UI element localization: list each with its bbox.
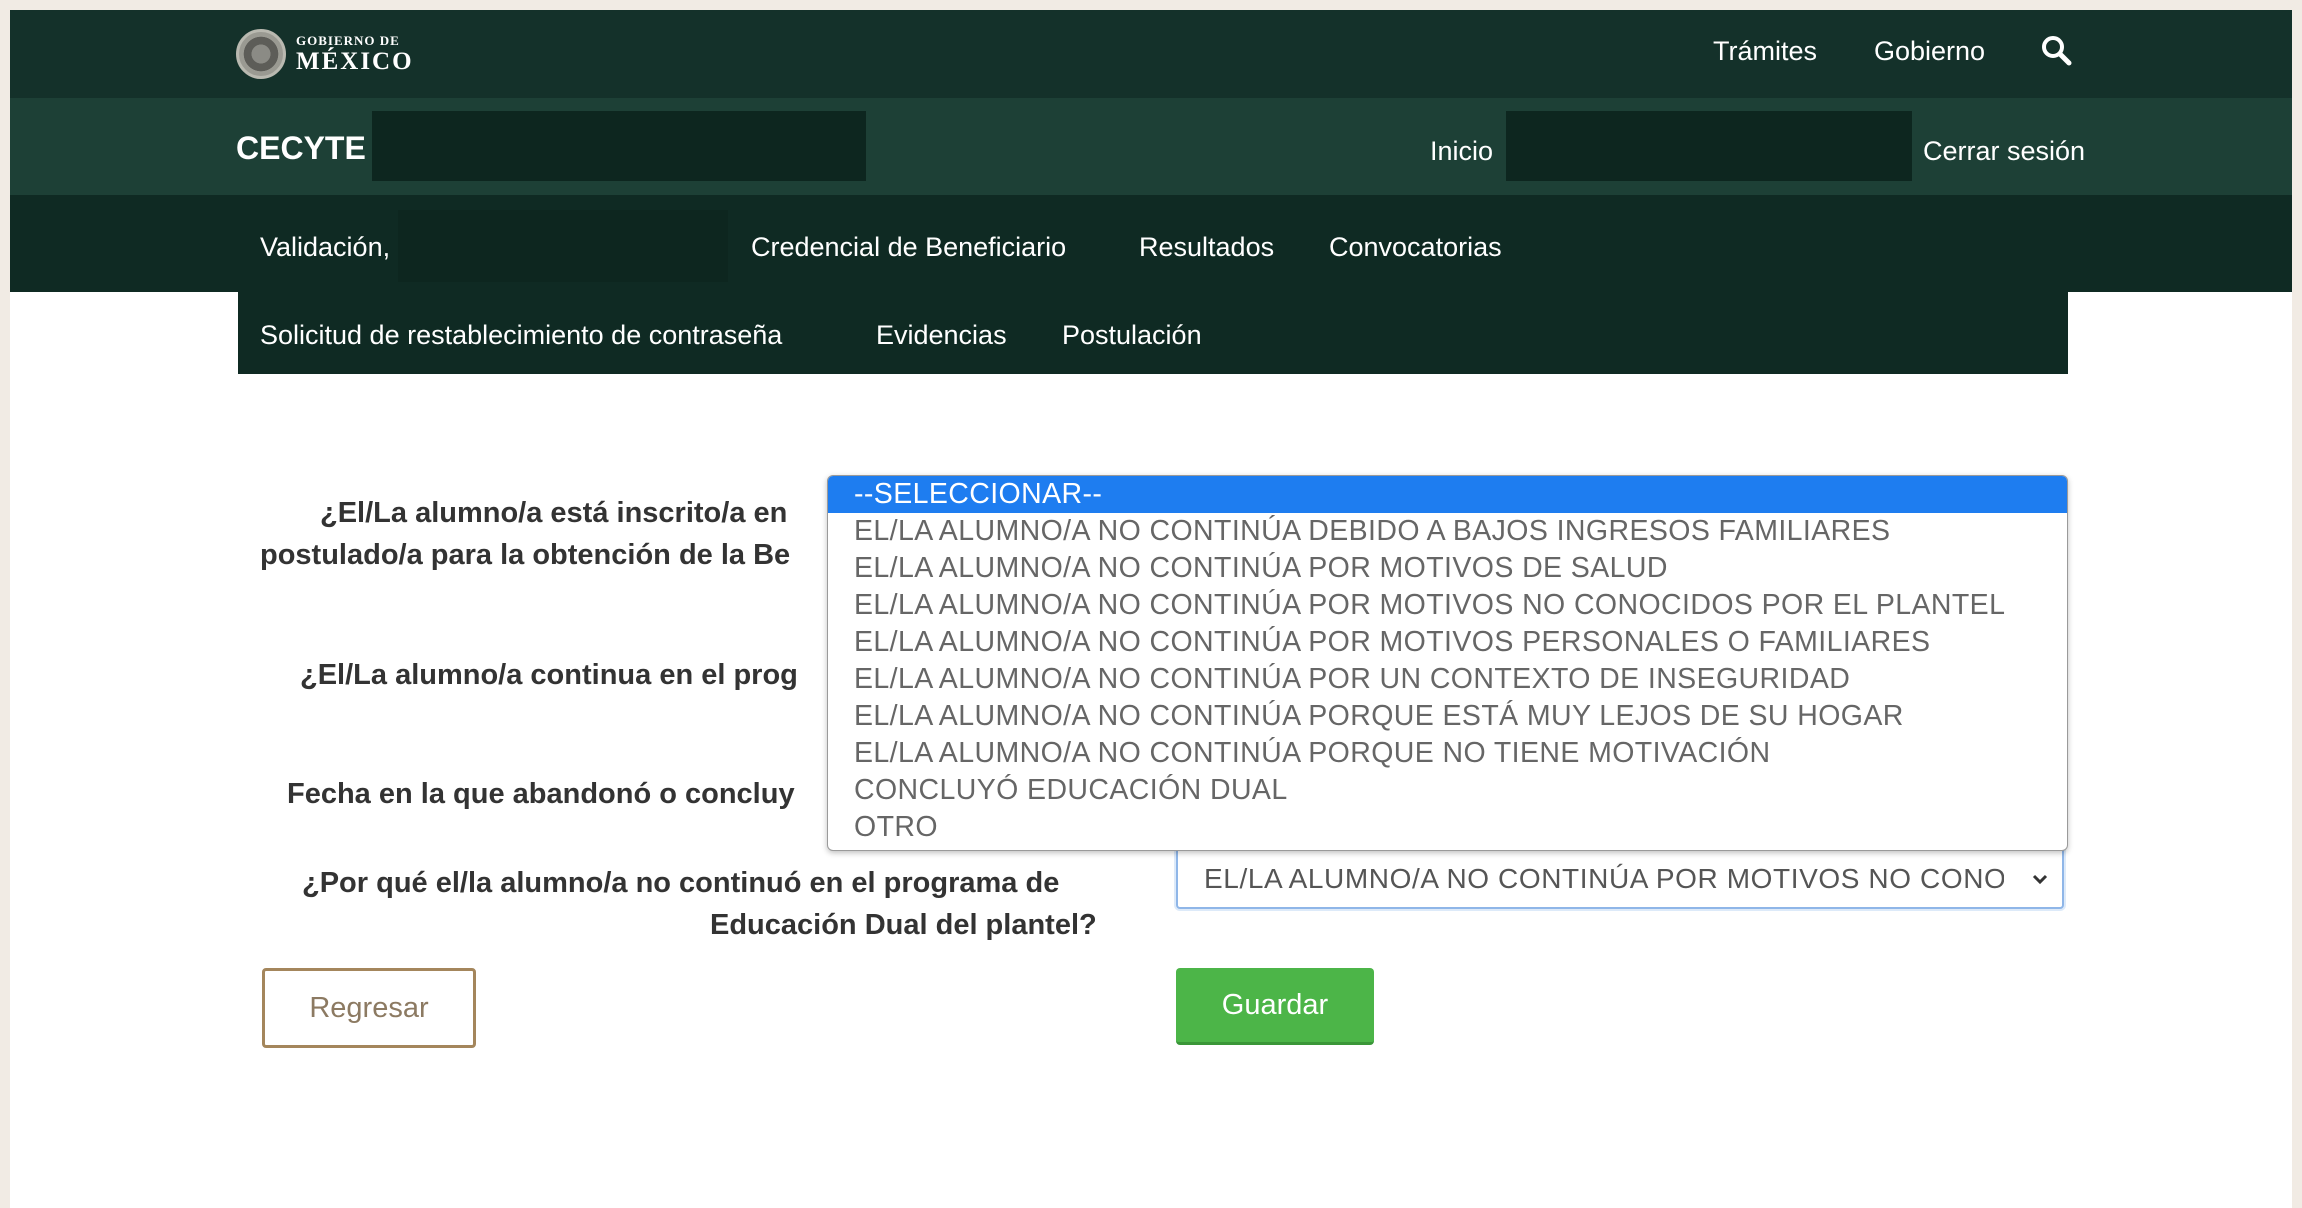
redacted-block [372, 111, 866, 181]
dropdown-option[interactable]: EL/LA ALUMNO/A NO CONTINÚA DEBIDO A BAJO… [828, 513, 2067, 550]
redacted-block [1506, 111, 1912, 181]
site-brand[interactable]: CECYTE [236, 130, 366, 167]
dropdown-option[interactable]: EL/LA ALUMNO/A NO CONTINÚA PORQUE ESTÁ M… [828, 698, 2067, 735]
dropdown-option[interactable]: EL/LA ALUMNO/A NO CONTINÚA POR UN CONTEX… [828, 661, 2067, 698]
logo-small-text: GOBIERNO DE [296, 33, 400, 48]
inicio-link[interactable]: Inicio [1430, 136, 1493, 167]
tramites-link[interactable]: Trámites [1713, 36, 1817, 67]
dropdown-option[interactable]: OTRO [828, 809, 2067, 846]
question-1-label-cont: postulado/a para la obtención de la Be [260, 539, 791, 571]
dropdown-option[interactable]: CONCLUYÓ EDUCACIÓN DUAL [828, 772, 2067, 809]
logo-big-text: MÉXICO [296, 48, 414, 75]
question-4-label-cont: Educación Dual del plantel? [710, 909, 1097, 941]
reason-select-value: EL/LA ALUMNO/A NO CONTINÚA POR MOTIVOS N… [1204, 863, 2004, 894]
nav-postulacion[interactable]: Postulación [1062, 320, 1202, 351]
back-button[interactable]: Regresar [262, 968, 476, 1048]
dropdown-option[interactable]: --SELECCIONAR-- [828, 476, 2067, 513]
reason-dropdown-list[interactable]: --SELECCIONAR-- EL/LA ALUMNO/A NO CONTIN… [827, 475, 2068, 851]
nav-validacion[interactable]: Validación, [260, 232, 390, 263]
save-button[interactable]: Guardar [1176, 968, 1374, 1045]
nav-solicitud[interactable]: Solicitud de restablecimiento de contras… [260, 320, 782, 351]
question-1-label: ¿El/La alumno/a está inscrito/a en [320, 497, 788, 529]
search-icon[interactable] [2040, 34, 2072, 66]
chevron-down-icon [2032, 874, 2048, 885]
coat-of-arms-icon [236, 29, 286, 79]
nav-resultados[interactable]: Resultados [1139, 232, 1274, 263]
redacted-block [398, 210, 728, 282]
cerrar-sesion-link[interactable]: Cerrar sesión [1923, 136, 2085, 167]
dropdown-option[interactable]: EL/LA ALUMNO/A NO CONTINÚA POR MOTIVOS D… [828, 550, 2067, 587]
nav-credencial[interactable]: Credencial de Beneficiario [751, 232, 1066, 263]
dropdown-option[interactable]: EL/LA ALUMNO/A NO CONTINÚA POR MOTIVOS P… [828, 624, 2067, 661]
question-3-label: Fecha en la que abandonó o concluy [287, 778, 795, 810]
nav-evidencias[interactable]: Evidencias [876, 320, 1007, 351]
browser-page: GOBIERNO DE MÉXICO Trámites Gobierno CEC… [10, 10, 2292, 1208]
gob-mx-logo[interactable]: GOBIERNO DE MÉXICO [236, 24, 414, 84]
reason-select[interactable]: EL/LA ALUMNO/A NO CONTINÚA POR MOTIVOS N… [1176, 847, 2064, 909]
dropdown-option[interactable]: EL/LA ALUMNO/A NO CONTINÚA POR MOTIVOS N… [828, 587, 2067, 624]
gobierno-link[interactable]: Gobierno [1874, 36, 1985, 67]
question-4-label: ¿Por qué el/la alumno/a no continuó en e… [302, 867, 1060, 899]
nav-convocatorias[interactable]: Convocatorias [1329, 232, 1502, 263]
dropdown-option[interactable]: EL/LA ALUMNO/A NO CONTINÚA PORQUE NO TIE… [828, 735, 2067, 772]
question-2-label: ¿El/La alumno/a continua en el prog [300, 659, 798, 691]
